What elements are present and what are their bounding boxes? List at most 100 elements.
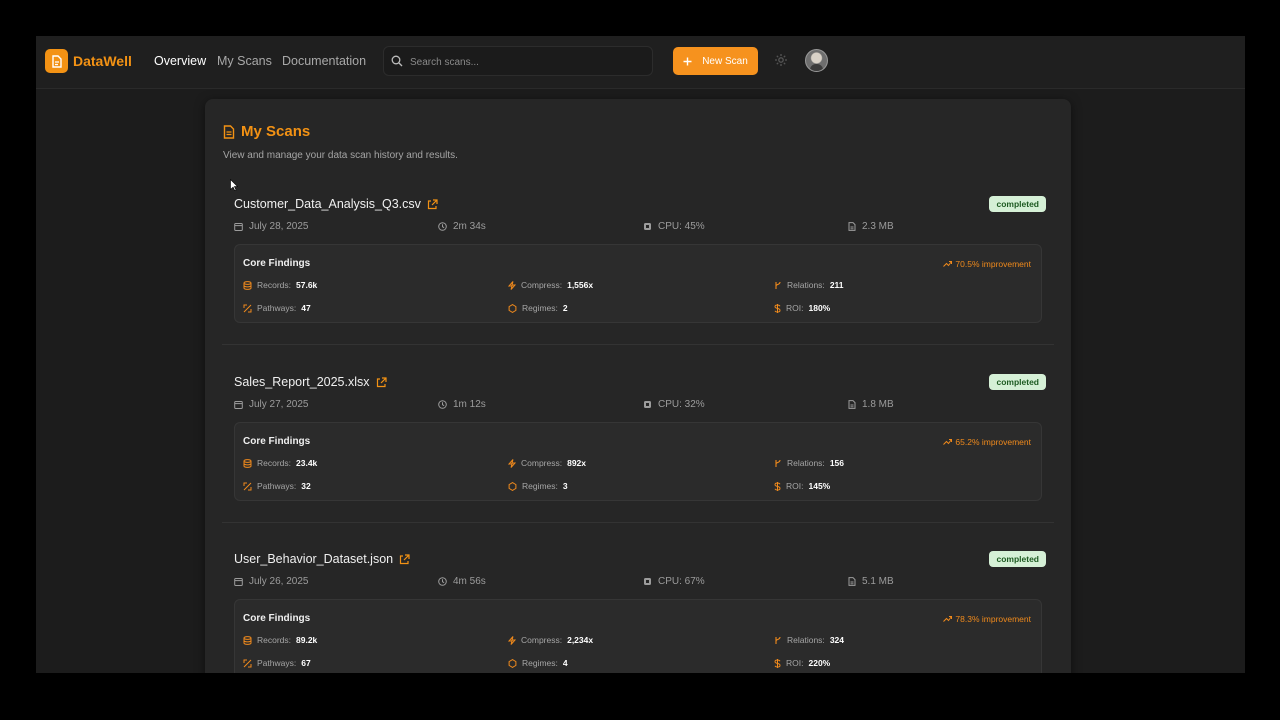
- improvement-badge: 78.3% improvement: [943, 614, 1031, 624]
- improvement-badge: 65.2% improvement: [943, 437, 1031, 447]
- metric-regimes: Regimes: 4: [508, 658, 568, 668]
- status-badge: completed: [989, 374, 1046, 390]
- clock-icon: [438, 222, 447, 231]
- scan-duration: 2m 34s: [438, 221, 486, 232]
- lightning-icon: [508, 280, 516, 290]
- nav-my-scans[interactable]: My Scans: [217, 54, 272, 68]
- core-findings-box: Core Findings 70.5% improvement Records:…: [234, 244, 1042, 323]
- hexagon-icon: [508, 303, 517, 313]
- page-header: My Scans: [223, 123, 310, 140]
- scan-date: July 27, 2025: [234, 399, 309, 410]
- external-link-icon[interactable]: [399, 553, 410, 565]
- calendar-icon: [234, 577, 243, 586]
- lightning-icon: [508, 458, 516, 468]
- clock-icon: [438, 577, 447, 586]
- lightning-icon: [508, 635, 516, 645]
- search-icon: [391, 55, 403, 67]
- scan-size: 1.8 MB: [848, 399, 894, 410]
- metric-relations: Relations: 324: [774, 635, 844, 645]
- branch-icon: [774, 636, 782, 645]
- scan-date: July 26, 2025: [234, 576, 309, 587]
- scan-cpu: CPU: 32%: [643, 399, 705, 410]
- metric-records: Records: 57.6k: [243, 280, 317, 290]
- cpu-icon: [643, 222, 652, 231]
- metric-pathways: Pathways: 47: [243, 303, 311, 313]
- hexagon-icon: [508, 658, 517, 668]
- branch-icon: [774, 459, 782, 468]
- file-icon: [848, 400, 856, 409]
- scan-size: 5.1 MB: [848, 576, 894, 587]
- scan-file-name[interactable]: User_Behavior_Dataset.json: [234, 552, 393, 566]
- scan-cpu: CPU: 45%: [643, 221, 705, 232]
- status-badge: completed: [989, 196, 1046, 212]
- page-title: My Scans: [241, 123, 311, 140]
- scan-file-name[interactable]: Customer_Data_Analysis_Q3.csv: [234, 197, 421, 211]
- scan-file-name[interactable]: Sales_Report_2025.xlsx: [234, 375, 370, 389]
- document-icon: [223, 124, 235, 139]
- metric-compress: Compress: 2,234x: [508, 635, 593, 645]
- cpu-icon: [643, 400, 652, 409]
- nav-overview[interactable]: Overview: [154, 54, 206, 68]
- findings-title: Core Findings: [243, 436, 311, 447]
- brand-name[interactable]: DataWell: [73, 53, 132, 69]
- scan-duration: 4m 56s: [438, 576, 486, 587]
- metric-compress: Compress: 1,556x: [508, 280, 593, 290]
- core-findings-box: Core Findings 65.2% improvement Records:…: [234, 422, 1042, 501]
- gear-icon[interactable]: [774, 53, 788, 67]
- improvement-badge: 70.5% improvement: [943, 259, 1031, 269]
- scan-date: July 28, 2025: [234, 221, 309, 232]
- nav-documentation[interactable]: Documentation: [282, 54, 366, 68]
- branch-icon: [774, 281, 782, 290]
- database-icon: [243, 458, 252, 468]
- dollar-icon: [774, 658, 781, 668]
- top-navigation-bar: DataWell Overview My Scans Documentation…: [36, 36, 1245, 89]
- new-scan-button[interactable]: New Scan: [673, 47, 758, 75]
- scan-card: Sales_Report_2025.xlsx completed July 27…: [222, 374, 1054, 523]
- document-logo-icon[interactable]: [45, 49, 68, 73]
- database-icon: [243, 635, 252, 645]
- mouse-cursor-icon: [230, 179, 238, 191]
- file-icon: [848, 577, 856, 586]
- divider: [222, 522, 1054, 523]
- dollar-icon: [774, 303, 781, 313]
- metric-roi: ROI: 145%: [774, 481, 830, 491]
- metric-regimes: Regimes: 2: [508, 303, 568, 313]
- external-link-icon[interactable]: [427, 198, 438, 210]
- page-subtitle: View and manage your data scan history a…: [223, 150, 458, 161]
- metric-relations: Relations: 211: [774, 280, 844, 290]
- metric-pathways: Pathways: 67: [243, 658, 311, 668]
- metric-records: Records: 89.2k: [243, 635, 317, 645]
- file-icon: [848, 222, 856, 231]
- plus-icon: [683, 57, 692, 66]
- findings-title: Core Findings: [243, 613, 311, 624]
- trending-up-icon: [943, 616, 953, 622]
- metric-relations: Relations: 156: [774, 458, 844, 468]
- clock-icon: [438, 400, 447, 409]
- avatar[interactable]: [805, 49, 828, 72]
- scan-duration: 1m 12s: [438, 399, 486, 410]
- metric-regimes: Regimes: 3: [508, 481, 568, 491]
- search-input[interactable]: [410, 53, 640, 71]
- scan-size: 2.3 MB: [848, 221, 894, 232]
- trending-up-icon: [943, 261, 953, 267]
- metric-roi: ROI: 220%: [774, 658, 830, 668]
- search-box: [383, 46, 653, 76]
- metric-pathways: Pathways: 32: [243, 481, 311, 491]
- pathways-icon: [243, 659, 252, 668]
- trending-up-icon: [943, 439, 953, 445]
- calendar-icon: [234, 400, 243, 409]
- hexagon-icon: [508, 481, 517, 491]
- pathways-icon: [243, 482, 252, 491]
- metric-compress: Compress: 892x: [508, 458, 586, 468]
- database-icon: [243, 280, 252, 290]
- scan-card: User_Behavior_Dataset.json completed Jul…: [222, 551, 1054, 673]
- dollar-icon: [774, 481, 781, 491]
- cpu-icon: [643, 577, 652, 586]
- scans-panel: My Scans View and manage your data scan …: [205, 99, 1071, 673]
- divider: [222, 344, 1054, 345]
- scan-card: Customer_Data_Analysis_Q3.csv completed …: [222, 196, 1054, 345]
- core-findings-box: Core Findings 78.3% improvement Records:…: [234, 599, 1042, 673]
- external-link-icon[interactable]: [376, 376, 387, 388]
- new-scan-label: New Scan: [702, 55, 748, 67]
- metric-records: Records: 23.4k: [243, 458, 317, 468]
